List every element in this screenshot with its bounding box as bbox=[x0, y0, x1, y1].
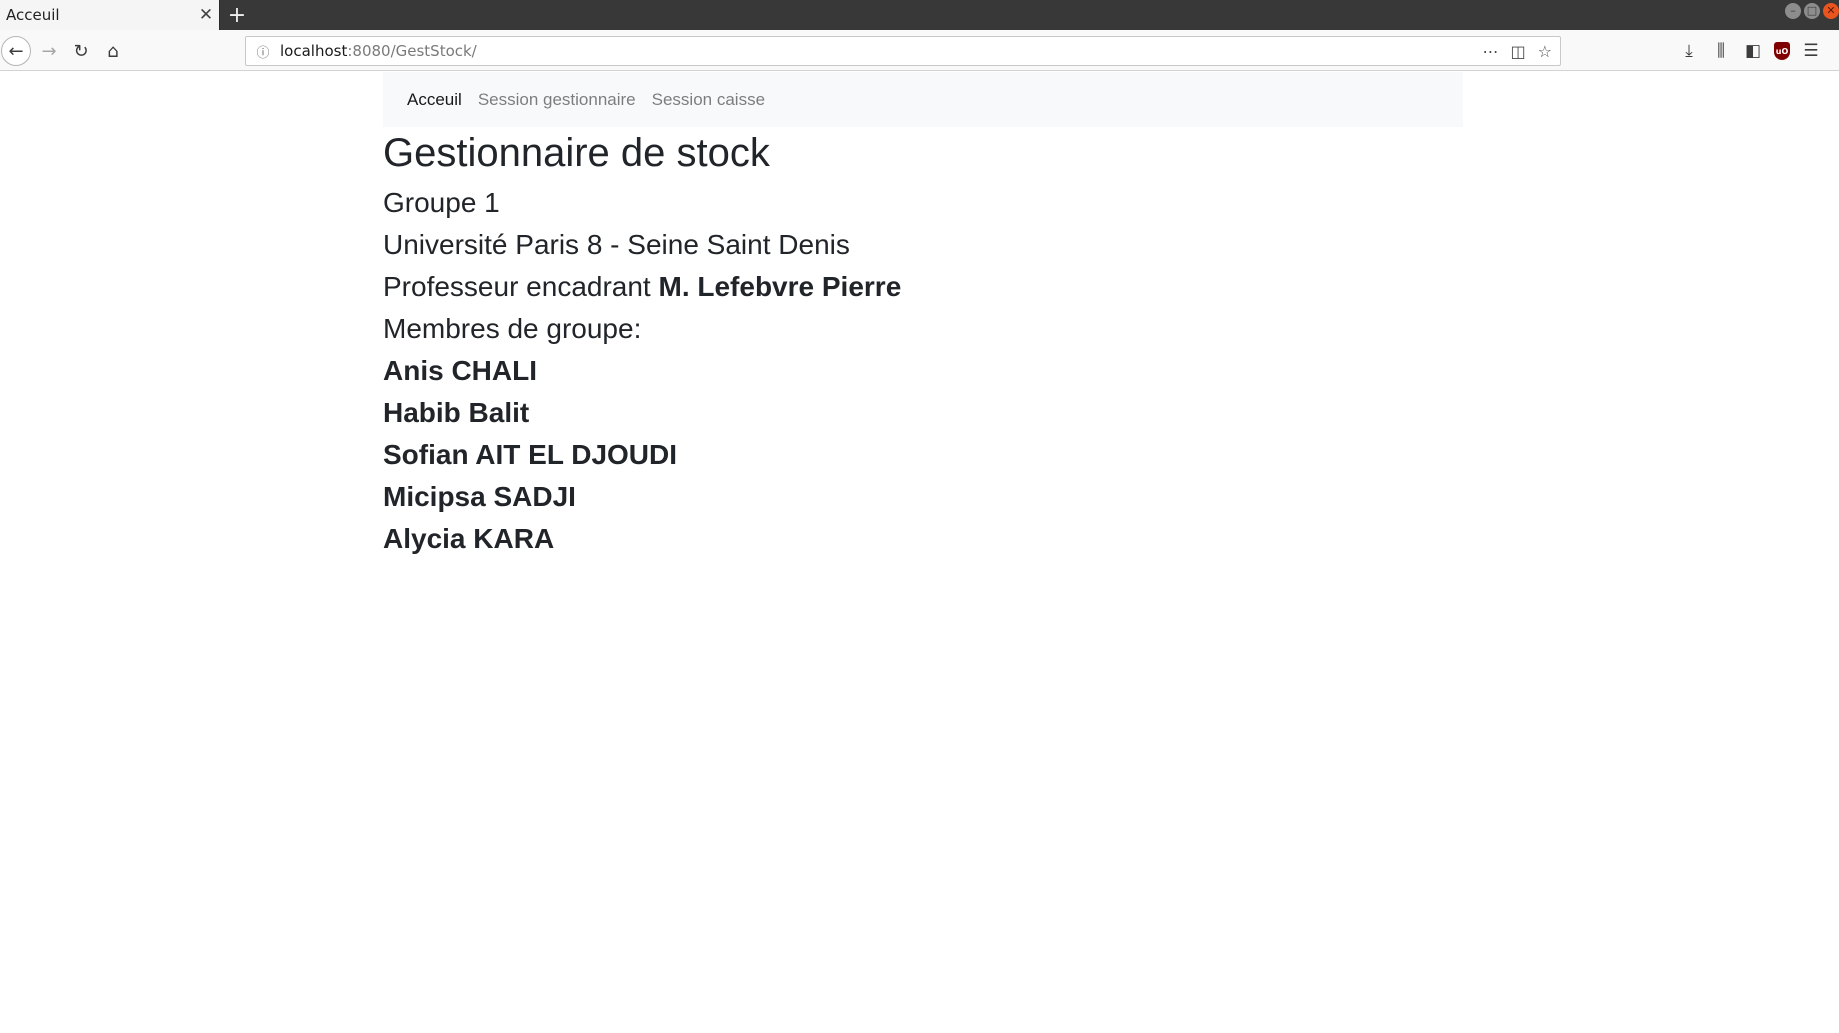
browser-toolbar: ← → ↻ ⌂ ⓘ localhost:8080/GestStock/ ⋯ ◫ … bbox=[0, 30, 1839, 71]
group-label: Groupe 1 bbox=[383, 187, 500, 218]
url-path: :8080/GestStock/ bbox=[347, 42, 477, 60]
browser-tab[interactable]: Acceuil ✕ bbox=[0, 0, 220, 30]
tab-close-icon[interactable]: ✕ bbox=[193, 0, 219, 30]
close-window-icon[interactable]: ✕ bbox=[1823, 3, 1839, 19]
site-info-icon[interactable]: ⓘ bbox=[246, 42, 280, 61]
page-actions-icon[interactable]: ⋯ bbox=[1483, 42, 1499, 61]
main-content: Gestionnaire de stock Groupe 1 Universit… bbox=[383, 127, 1463, 556]
library-icon[interactable]: ⫼ bbox=[1710, 36, 1732, 66]
professor-line: Professeur encadrant M. Lefebvre Pierre bbox=[383, 269, 1463, 304]
sidebar-icon[interactable]: ◧ bbox=[1742, 36, 1764, 66]
ublock-icon[interactable]: uO bbox=[1774, 42, 1790, 60]
home-icon[interactable]: ⌂ bbox=[98, 36, 128, 66]
reload-icon[interactable]: ↻ bbox=[66, 36, 96, 66]
download-icon[interactable]: ⤓ bbox=[1678, 36, 1700, 66]
nav-link-session-caisse[interactable]: Session caisse bbox=[652, 90, 765, 110]
member-name: Alycia KARA bbox=[383, 523, 555, 554]
url-host: localhost bbox=[280, 42, 348, 60]
window-controls: – □ ✕ bbox=[1785, 3, 1839, 19]
bookmark-star-icon[interactable]: ☆ bbox=[1538, 42, 1552, 61]
professor-name: M. Lefebvre Pierre bbox=[658, 271, 902, 302]
url-text[interactable]: localhost:8080/GestStock/ bbox=[280, 42, 1483, 60]
web-page: Acceuil Session gestionnaire Session cai… bbox=[0, 72, 1839, 1033]
page-title: Gestionnaire de stock bbox=[383, 131, 770, 175]
url-actions: ⋯ ◫ ☆ bbox=[1483, 42, 1560, 61]
maximize-icon[interactable]: □ bbox=[1804, 3, 1820, 19]
nav-link-session-gestionnaire[interactable]: Session gestionnaire bbox=[478, 90, 636, 110]
member-name: Anis CHALI bbox=[383, 355, 537, 386]
nav-link-acceuil[interactable]: Acceuil bbox=[407, 90, 462, 110]
tab-title: Acceuil bbox=[6, 6, 60, 24]
minimize-icon[interactable]: – bbox=[1785, 3, 1801, 19]
forward-arrow-icon[interactable]: → bbox=[34, 36, 64, 66]
site-navbar: Acceuil Session gestionnaire Session cai… bbox=[383, 72, 1463, 127]
new-tab-button[interactable]: + bbox=[224, 0, 250, 30]
toolbar-right: ⤓ ⫼ ◧ uO ☰ bbox=[1678, 36, 1822, 66]
member-name: Habib Balit bbox=[383, 397, 530, 428]
members-heading: Membres de groupe: bbox=[383, 313, 642, 344]
browser-tab-strip: Acceuil ✕ + – □ ✕ bbox=[0, 0, 1839, 30]
member-name: Micipsa SADJI bbox=[383, 481, 576, 512]
back-arrow-icon[interactable]: ← bbox=[1, 36, 31, 66]
address-bar[interactable]: ⓘ localhost:8080/GestStock/ ⋯ ◫ ☆ bbox=[245, 36, 1561, 66]
pocket-icon[interactable]: ◫ bbox=[1511, 42, 1526, 61]
university-label: Université Paris 8 - Seine Saint Denis bbox=[383, 229, 850, 260]
professor-prefix: Professeur encadrant bbox=[383, 271, 651, 302]
menu-icon[interactable]: ☰ bbox=[1800, 36, 1822, 66]
member-name: Sofian AIT EL DJOUDI bbox=[383, 439, 678, 470]
